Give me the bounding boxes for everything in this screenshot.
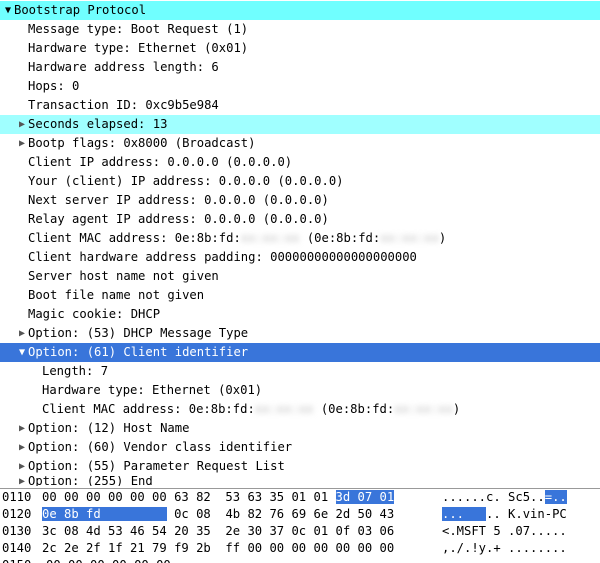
hex-row[interactable]: 01200e 8b fd 0c 08 4b 82 76 69 6e 2d 50 … xyxy=(0,506,600,523)
tree-root-bootstrap[interactable]: ▼Bootstrap Protocol xyxy=(0,1,600,20)
mac-redacted: xx:xx:xx xyxy=(241,229,300,248)
tree-item[interactable]: ▶Client MAC address: 0e:8b:fd:xx:xx:xx (… xyxy=(0,229,600,248)
hex-offset: 0140 xyxy=(2,540,42,557)
hex-offset: 0110 xyxy=(2,489,42,506)
hex-bytes: 2c 2e 2f 1f 21 79 f9 2b ff 00 00 00 00 0… xyxy=(42,540,442,557)
tree-item[interactable]: ▶Option: (60) Vendor class identifier xyxy=(0,438,600,457)
mac-label: Client MAC address: 0e:8b:fd: xyxy=(42,400,255,419)
tree-item-label: Hardware address length: 6 xyxy=(28,58,219,77)
hex-offset: 0130 xyxy=(2,523,42,540)
hex-ascii-selection: ... xyxy=(442,507,486,521)
tree-item-label: Option: (55) Parameter Request List xyxy=(28,457,285,476)
expand-icon[interactable]: ▶ xyxy=(16,457,28,476)
tree-item[interactable]: ▶Your (client) IP address: 0.0.0.0 (0.0.… xyxy=(0,172,600,191)
mac-redacted: xx:xx:xx xyxy=(255,400,314,419)
packet-details-tree: ▼Bootstrap Protocol ▶Message type: Boot … xyxy=(0,0,600,486)
hex-bytes: 3c 08 4d 53 46 54 20 35 2e 30 37 0c 01 0… xyxy=(42,523,442,540)
tree-item[interactable]: ▶Option: (255) End xyxy=(0,476,600,486)
tree-item-label: Bootp flags: 0x8000 (Broadcast) xyxy=(28,134,255,153)
tree-item-label: Length: 7 xyxy=(42,362,108,381)
tree-item-label: Seconds elapsed: 13 xyxy=(28,115,167,134)
hex-bytes: 0e 8b fd 0c 08 4b 82 76 69 6e 2d 50 43 xyxy=(42,506,442,523)
tree-item[interactable]: ▶Hops: 0 xyxy=(0,77,600,96)
tree-item-label: Option: (255) End xyxy=(28,476,153,486)
hex-ascii: ......c. Sc5..=.. xyxy=(442,489,600,506)
tree-item[interactable]: ▶Bootp flags: 0x8000 (Broadcast) xyxy=(0,134,600,153)
mac-redacted: xx:xx:xx xyxy=(380,229,439,248)
tree-item[interactable]: ▶Message type: Boot Request (1) xyxy=(0,20,600,39)
tree-item[interactable]: ▶Next server IP address: 0.0.0.0 (0.0.0.… xyxy=(0,191,600,210)
tree-item-label: Client hardware address padding: 0000000… xyxy=(28,248,417,267)
tree-item-label: Option: (53) DHCP Message Type xyxy=(28,324,248,343)
collapse-icon[interactable]: ▼ xyxy=(16,343,28,362)
tree-item-label: Magic cookie: DHCP xyxy=(28,305,160,324)
tree-item[interactable]: ▶Seconds elapsed: 13 xyxy=(0,115,600,134)
hex-row[interactable]: 0150 00 00 00 00 00 00 xyxy=(0,557,600,563)
mac-label: (0e:8b:fd: xyxy=(300,229,381,248)
tree-item-label: Relay agent IP address: 0.0.0.0 (0.0.0.0… xyxy=(28,210,329,229)
tree-item-label: Client IP address: 0.0.0.0 (0.0.0.0) xyxy=(28,153,292,172)
hex-selection: 3d 07 01 xyxy=(336,490,395,504)
hex-bytes: 00 00 00 00 00 00 63 82 53 63 35 01 01 3… xyxy=(42,489,442,506)
hex-row[interactable]: 01402c 2e 2f 1f 21 79 f9 2b ff 00 00 00 … xyxy=(0,540,600,557)
hex-offset: 0120 xyxy=(2,506,42,523)
tree-item-label: Hops: 0 xyxy=(28,77,79,96)
tree-item-label: Hardware type: Ethernet (0x01) xyxy=(28,39,248,58)
tree-item[interactable]: ▶Relay agent IP address: 0.0.0.0 (0.0.0.… xyxy=(0,210,600,229)
tree-item-label: Option: (61) Client identifier xyxy=(28,343,248,362)
tree-item-label: Option: (60) Vendor class identifier xyxy=(28,438,292,457)
hex-row[interactable]: 011000 00 00 00 00 00 63 82 53 63 35 01 … xyxy=(0,489,600,506)
tree-item-label: Transaction ID: 0xc9b5e984 xyxy=(28,96,219,115)
tree-root-label: Bootstrap Protocol xyxy=(14,1,146,20)
hex-ascii: <.MSFT 5 .07..... xyxy=(442,523,600,540)
hex-selection: 0e 8b fd xyxy=(42,507,167,521)
tree-item-label: Option: (12) Host Name xyxy=(28,419,189,438)
expand-icon[interactable]: ▶ xyxy=(16,324,28,343)
tree-item[interactable]: ▶Transaction ID: 0xc9b5e984 xyxy=(0,96,600,115)
expand-icon[interactable]: ▶ xyxy=(16,115,28,134)
tree-item[interactable]: ▶Boot file name not given xyxy=(0,286,600,305)
tree-item-label: Hardware type: Ethernet (0x01) xyxy=(42,381,262,400)
tree-item[interactable]: ▶Length: 7 xyxy=(0,362,600,381)
tree-item[interactable]: ▶Client IP address: 0.0.0.0 (0.0.0.0) xyxy=(0,153,600,172)
expand-icon[interactable]: ▶ xyxy=(16,134,28,153)
tree-item-label: Boot file name not given xyxy=(28,286,204,305)
tree-item[interactable]: ▶Client MAC address: 0e:8b:fd:xx:xx:xx (… xyxy=(0,400,600,419)
tree-item[interactable]: ▶Magic cookie: DHCP xyxy=(0,305,600,324)
mac-label: (0e:8b:fd: xyxy=(314,400,395,419)
tree-item[interactable]: ▶Hardware address length: 6 xyxy=(0,58,600,77)
mac-label: Client MAC address: 0e:8b:fd: xyxy=(28,229,241,248)
mac-redacted: xx:xx:xx xyxy=(394,400,453,419)
tree-item[interactable]: ▶Server host name not given xyxy=(0,267,600,286)
hex-dump-pane[interactable]: 011000 00 00 00 00 00 63 82 53 63 35 01 … xyxy=(0,489,600,563)
hex-ascii: ... .. K.vin-PC xyxy=(442,506,600,523)
tree-item[interactable]: ▶Client hardware address padding: 000000… xyxy=(0,248,600,267)
hex-ascii-selection: =.. xyxy=(545,490,567,504)
tree-item-label: Next server IP address: 0.0.0.0 (0.0.0.0… xyxy=(28,191,329,210)
tree-item[interactable]: ▶Option: (55) Parameter Request List xyxy=(0,457,600,476)
expand-icon[interactable]: ▶ xyxy=(16,419,28,438)
tree-item[interactable]: ▶Option: (53) DHCP Message Type xyxy=(0,324,600,343)
tree-item[interactable]: ▶Hardware type: Ethernet (0x01) xyxy=(0,381,600,400)
tree-item[interactable]: ▶Option: (12) Host Name xyxy=(0,419,600,438)
tree-item-label: Your (client) IP address: 0.0.0.0 (0.0.0… xyxy=(28,172,344,191)
tree-item[interactable]: ▶Hardware type: Ethernet (0x01) xyxy=(0,39,600,58)
tree-item-label: Message type: Boot Request (1) xyxy=(28,20,248,39)
mac-label: ) xyxy=(439,229,446,248)
hex-row[interactable]: 01303c 08 4d 53 46 54 20 35 2e 30 37 0c … xyxy=(0,523,600,540)
tree-item-label: Server host name not given xyxy=(28,267,219,286)
expand-icon[interactable]: ▶ xyxy=(16,476,28,486)
tree-item[interactable]: ▼Option: (61) Client identifier xyxy=(0,343,600,362)
expand-icon[interactable]: ▼ xyxy=(2,1,14,20)
expand-icon[interactable]: ▶ xyxy=(16,438,28,457)
hex-ascii: ,./.!y.+ ........ xyxy=(442,540,600,557)
mac-label: ) xyxy=(453,400,460,419)
